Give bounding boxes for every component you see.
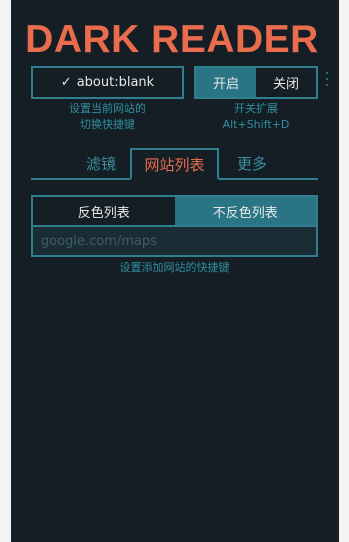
tab-filter[interactable]: 滤镜 xyxy=(71,148,131,178)
extension-toggle: 开启 关闭 xyxy=(194,66,318,99)
site-toggle-hint[interactable]: 设置当前网站的 切换快捷键 xyxy=(31,101,184,133)
site-toggle-button[interactable]: ✓ about:blank xyxy=(31,66,184,99)
check-icon: ✓ xyxy=(60,75,72,90)
tab-more[interactable]: 更多 xyxy=(227,148,277,178)
more-options-icon[interactable]: · · · xyxy=(323,67,331,93)
extension-hint-shortcut: Alt+Shift+D xyxy=(222,118,290,131)
extension-on-button[interactable]: 开启 xyxy=(196,68,256,97)
tab-site-list[interactable]: 网站列表 xyxy=(130,148,219,180)
site-toggle-hint-line1: 设置当前网站的 xyxy=(69,102,146,115)
list-mode-toggle: 反色列表 不反色列表 xyxy=(31,195,318,227)
site-list-shortcut-hint[interactable]: 设置添加网站的快捷键 xyxy=(31,260,318,276)
site-list-input[interactable] xyxy=(31,227,318,257)
invert-list-button[interactable]: 反色列表 xyxy=(33,197,175,225)
extension-off-button[interactable]: 关闭 xyxy=(256,68,316,97)
dark-reader-popup: DARK READER ✓ about:blank 开启 关闭 · · · 设置当前… xyxy=(11,0,339,542)
site-toggle-label: about:blank xyxy=(76,75,155,90)
site-toggle-hint-line2: 切换快捷键 xyxy=(80,118,135,131)
extension-toggle-hint[interactable]: 开关扩展 Alt+Shift+D xyxy=(194,101,318,133)
tab-bar: 滤镜 网站列表 更多 xyxy=(31,148,318,180)
app-logo: DARK READER xyxy=(25,18,319,61)
extension-hint-line1: 开关扩展 xyxy=(234,102,278,115)
not-invert-list-button[interactable]: 不反色列表 xyxy=(174,197,316,225)
